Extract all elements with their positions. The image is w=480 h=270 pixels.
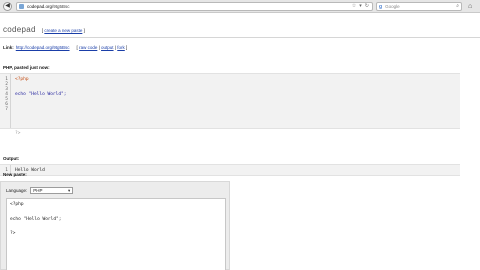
url-text: codepad.org/9tg5Bsc	[27, 4, 70, 9]
new-paste-panel: Language: PHP ▾ <?php echo "Hello World"…	[0, 181, 230, 270]
language-label: Language:	[6, 188, 28, 193]
code-line: <?php	[15, 77, 29, 82]
editor-line: echo "Hello World";	[10, 217, 62, 222]
back-arrow-icon: ◀	[5, 2, 10, 9]
page-content: codepad [ create a new paste ] Link: htt…	[0, 14, 480, 270]
chevron-down-icon: ▾	[68, 187, 71, 193]
home-icon[interactable]: ⌂	[468, 2, 472, 11]
link-label: Link:	[3, 45, 14, 50]
reload-icon[interactable]: ↻	[365, 3, 369, 10]
back-button[interactable]: ◀	[3, 1, 12, 11]
google-icon: g	[379, 3, 383, 10]
create-new-paste-link[interactable]: create a new paste	[44, 28, 82, 33]
language-row: Language: PHP ▾	[6, 187, 74, 194]
url-bar-icons: ☆ ▾ ↻	[352, 3, 369, 10]
paste-url-link[interactable]: http://codepad.org/9tg5Bsc	[16, 45, 70, 50]
language-value: PHP	[33, 188, 43, 193]
code-editor[interactable]: <?php echo "Hello World"; ?>	[6, 198, 226, 270]
fork-link[interactable]: fork	[117, 45, 125, 50]
favicon-icon	[19, 4, 24, 9]
site-logo[interactable]: codepad	[3, 25, 36, 34]
search-bar[interactable]: g Google ⌕	[376, 2, 462, 11]
address-bar[interactable]: codepad.org/9tg5Bsc ☆ ▾ ↻	[16, 2, 373, 11]
code-line-closing: ?>	[15, 131, 21, 136]
source-title: PHP, pasted just now:	[3, 65, 50, 70]
search-icon[interactable]: ⌕	[456, 3, 459, 10]
source-line-numbers: 1 2 3 4 5 6 7	[0, 74, 11, 128]
header: codepad [ create a new paste ]	[3, 25, 85, 34]
browser-toolbar: ◀ codepad.org/9tg5Bsc ☆ ▾ ↻ g Google ⌕ ⌂	[0, 0, 480, 13]
search-placeholder: Google	[385, 4, 400, 9]
output-link[interactable]: output	[101, 45, 114, 50]
line-number: 7	[5, 107, 8, 112]
dropdown-icon[interactable]: ▾	[359, 3, 362, 10]
language-select[interactable]: PHP ▾	[30, 187, 74, 194]
bookmark-star-icon[interactable]: ☆	[352, 3, 356, 10]
raw-code-link[interactable]: raw code	[79, 45, 97, 50]
new-paste-title: New paste:	[3, 172, 27, 177]
create-paste-link-wrap: [ create a new paste ]	[41, 28, 85, 33]
source-code-box: 1 2 3 4 5 6 7 <?php echo "Hello World";	[0, 73, 460, 129]
editor-line: <?php	[10, 202, 24, 207]
divider	[0, 37, 480, 38]
output-box: 1 Hello World	[0, 164, 460, 176]
paste-link-row: Link: http://codepad.org/9tg5Bsc [ raw c…	[3, 45, 127, 50]
editor-line: ?>	[10, 231, 16, 236]
output-title: Output:	[3, 156, 20, 161]
paste-actions: [ raw code | output | fork ]	[76, 45, 128, 50]
code-line: echo "Hello World";	[15, 92, 67, 97]
